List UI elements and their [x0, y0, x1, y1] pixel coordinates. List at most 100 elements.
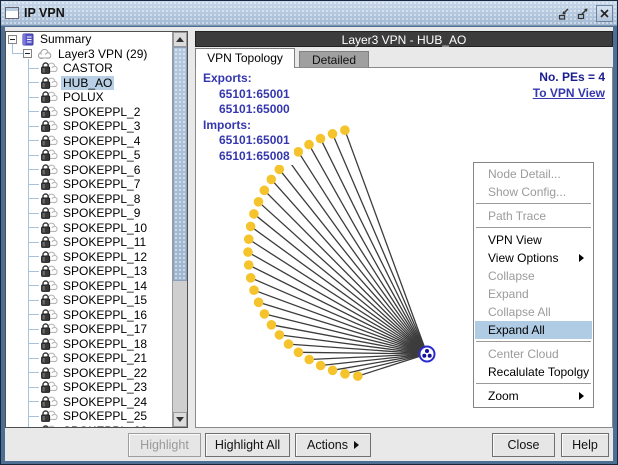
submenu-arrow-icon	[579, 254, 584, 262]
lock-cloud-icon	[39, 424, 58, 427]
spoke-node[interactable]	[275, 165, 285, 175]
lock-cloud-icon	[39, 264, 58, 278]
tree-item-label: SPOKEPPL_10	[61, 221, 149, 235]
tree-item-label: SPOKEPPL_23	[61, 380, 149, 394]
route-targets-block: Exports: 65101:6500165101:65000 Imports:…	[201, 70, 294, 165]
help-button[interactable]: Help	[561, 433, 609, 457]
tree-row[interactable]: HUB_AO	[6, 76, 172, 91]
window-content: SummaryLayer3 VPN (29)CASTORHUB_AOPOLUXS…	[5, 27, 613, 461]
tree-row[interactable]: SPOKEPPL_7	[6, 177, 172, 192]
tree-row[interactable]: SPOKEPPL_26	[6, 424, 172, 428]
tree-row[interactable]: SPOKEPPL_9	[6, 206, 172, 221]
menu-item-vpn-view[interactable]: VPN View	[475, 231, 592, 249]
spoke-node[interactable]	[294, 348, 304, 358]
iconify-button[interactable]	[555, 5, 572, 22]
tree-row[interactable]: SPOKEPPL_12	[6, 250, 172, 265]
tree-guide-stub	[28, 227, 39, 228]
spoke-node[interactable]	[246, 273, 256, 283]
menu-item-view-options[interactable]: View Options	[475, 249, 592, 267]
tree-row[interactable]: SPOKEPPL_15	[6, 293, 172, 308]
tab-detailed[interactable]: Detailed	[299, 51, 369, 68]
tree-row[interactable]: SPOKEPPL_24	[6, 395, 172, 410]
tree-item-label: SPOKEPPL_7	[61, 177, 142, 191]
tree-row[interactable]: SPOKEPPL_2	[6, 105, 172, 120]
hub-node[interactable]	[420, 347, 435, 362]
scrollbar-up-button[interactable]	[173, 32, 187, 47]
menu-item-node-detail: Node Detail...	[475, 165, 592, 183]
close-button[interactable]: Close	[492, 433, 555, 457]
spoke-node[interactable]	[249, 285, 259, 295]
tree-row[interactable]: SPOKEPPL_10	[6, 221, 172, 236]
lock-cloud-icon	[39, 308, 58, 322]
spoke-node[interactable]	[328, 129, 338, 139]
tab-vpn-topology[interactable]: VPN Topology	[195, 48, 295, 68]
lock-cloud-icon	[39, 380, 58, 394]
menu-item-recalulate-topolgy[interactable]: Recalulate Topolgy	[475, 363, 592, 381]
menu-item-expand-all[interactable]: Expand All	[475, 321, 592, 339]
tree-row[interactable]: CASTOR	[6, 61, 172, 76]
tree-row[interactable]: SPOKEPPL_21	[6, 351, 172, 366]
spoke-node[interactable]	[294, 147, 304, 157]
spoke-node[interactable]	[275, 330, 285, 340]
tree-row[interactable]: SPOKEPPL_3	[6, 119, 172, 134]
spoke-node[interactable]	[246, 222, 256, 232]
spoke-node[interactable]	[316, 361, 326, 371]
import-value: 65101:65001	[219, 133, 290, 149]
spoke-node[interactable]	[267, 320, 277, 330]
to-vpn-view-link[interactable]: To VPN View	[533, 86, 605, 102]
spoke-node[interactable]	[340, 125, 350, 135]
tree-row[interactable]: SPOKEPPL_11	[6, 235, 172, 250]
vpn-tree-panel: SummaryLayer3 VPN (29)CASTORHUB_AOPOLUXS…	[5, 31, 188, 428]
tree-row[interactable]: Layer3 VPN (29)	[6, 47, 172, 62]
spoke-node[interactable]	[260, 309, 270, 319]
tree-row[interactable]: SPOKEPPL_25	[6, 409, 172, 424]
spoke-node[interactable]	[260, 186, 270, 196]
exports-label: Exports:	[203, 71, 290, 87]
tree-row[interactable]: SPOKEPPL_4	[6, 134, 172, 149]
tree-row[interactable]: SPOKEPPL_13	[6, 264, 172, 279]
menu-separator	[476, 203, 591, 205]
spoke-node[interactable]	[304, 355, 314, 365]
spoke-node[interactable]	[328, 366, 338, 376]
tree-row[interactable]: SPOKEPPL_18	[6, 337, 172, 352]
spoke-node[interactable]	[340, 369, 350, 379]
tree-row[interactable]: Summary	[6, 32, 172, 47]
scrollbar-down-button[interactable]	[173, 412, 187, 427]
spoke-node[interactable]	[254, 298, 264, 308]
spoke-node[interactable]	[267, 175, 277, 185]
menu-item-zoom[interactable]: Zoom	[475, 387, 592, 405]
export-values: 65101:6500165101:65000	[203, 87, 290, 118]
tree-scrollbar[interactable]	[172, 32, 187, 427]
tree-row[interactable]: SPOKEPPL_6	[6, 163, 172, 178]
scrollbar-thumb[interactable]	[173, 47, 187, 281]
tree-expander[interactable]	[8, 35, 17, 44]
tree-row[interactable]: SPOKEPPL_22	[6, 366, 172, 381]
export-value: 65101:65001	[219, 87, 290, 103]
spoke-node[interactable]	[353, 371, 363, 381]
spoke-node[interactable]	[243, 247, 253, 257]
menu-separator	[476, 227, 591, 229]
spoke-node[interactable]	[244, 234, 254, 244]
tree-row[interactable]: SPOKEPPL_17	[6, 322, 172, 337]
spoke-node[interactable]	[254, 197, 264, 207]
tree-expander[interactable]	[23, 49, 32, 58]
button-label: Help	[572, 438, 598, 452]
spoke-node[interactable]	[304, 140, 314, 150]
tree-row[interactable]: SPOKEPPL_16	[6, 308, 172, 323]
titlebar-close-button[interactable]	[596, 5, 613, 22]
titlebar[interactable]: IP VPN	[1, 1, 617, 26]
tree-row[interactable]: SPOKEPPL_14	[6, 279, 172, 294]
spoke-node[interactable]	[284, 339, 294, 349]
panel-header-title: Layer3 VPN - HUB_AO	[195, 31, 613, 47]
maximize-button[interactable]	[574, 5, 591, 22]
spoke-node[interactable]	[249, 209, 259, 219]
highlight-all-button[interactable]: Highlight All	[205, 433, 290, 457]
tree-row[interactable]: SPOKEPPL_8	[6, 192, 172, 207]
actions-button[interactable]: Actions	[295, 433, 371, 457]
spoke-node[interactable]	[316, 134, 326, 144]
tree-row[interactable]: POLUX	[6, 90, 172, 105]
tree-row[interactable]: SPOKEPPL_23	[6, 380, 172, 395]
tree-guide-stub	[28, 155, 39, 156]
tree-row[interactable]: SPOKEPPL_5	[6, 148, 172, 163]
spoke-node[interactable]	[244, 260, 254, 270]
